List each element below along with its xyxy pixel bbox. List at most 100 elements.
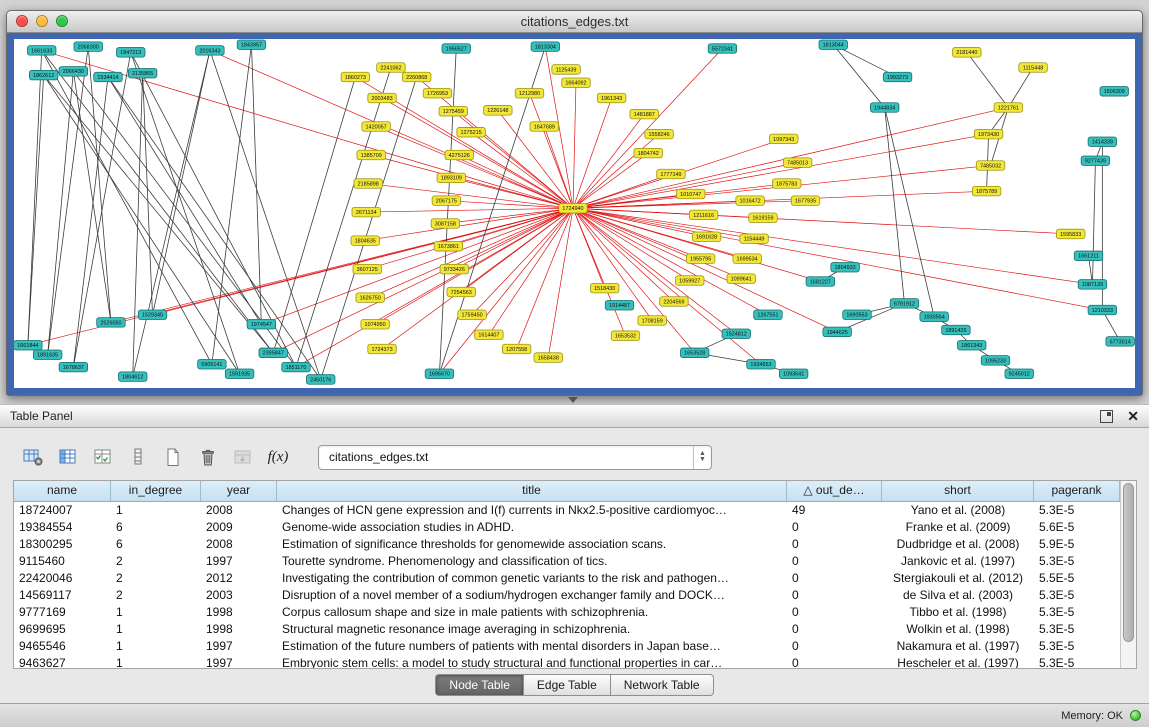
graph-node[interactable]: 1813044 — [819, 40, 847, 50]
graph-node[interactable]: 2450176 — [306, 375, 334, 385]
graph-node[interactable]: 2671134 — [352, 207, 380, 217]
table-row[interactable]: 946554611997Estimation of the future num… — [14, 638, 1120, 655]
graph-node[interactable]: 1647689 — [530, 122, 558, 132]
graph-node[interactable]: 2067175 — [432, 196, 460, 206]
graph-node[interactable]: 1673861 — [434, 242, 462, 252]
graph-node[interactable]: 1614407 — [475, 330, 503, 340]
graph-node[interactable]: 1010747 — [677, 189, 705, 199]
graph-node[interactable]: 1956527 — [442, 44, 470, 54]
graph-node[interactable]: 1653528 — [680, 348, 708, 358]
minimize-window-icon[interactable] — [36, 15, 48, 27]
graph-node[interactable]: 2395847 — [259, 348, 287, 358]
panel-splitter-handle[interactable] — [568, 397, 578, 403]
column-header-year[interactable]: year — [201, 481, 277, 501]
graph-node[interactable]: 1099641 — [727, 274, 755, 284]
column-header-short[interactable]: short — [882, 481, 1034, 501]
table-row[interactable]: 969969511998Structural magnetic resonanc… — [14, 621, 1120, 638]
graph-node[interactable]: 2016343 — [196, 46, 224, 56]
graph-node[interactable]: 1934414 — [94, 72, 122, 82]
graph-node[interactable]: 2135865 — [128, 68, 156, 78]
graph-node[interactable]: 1661844 — [14, 340, 42, 350]
tab-network-table[interactable]: Network Table — [611, 674, 714, 696]
graph-node[interactable]: 1891635 — [33, 350, 61, 360]
graph-node[interactable]: 1681227 — [806, 277, 834, 287]
graph-node[interactable]: 1221761 — [994, 103, 1022, 113]
delete-table-button[interactable] — [195, 445, 221, 469]
scrollbar-thumb[interactable] — [1123, 483, 1134, 642]
graph-node[interactable]: 6773014 — [1106, 337, 1134, 347]
close-window-icon[interactable] — [16, 15, 28, 27]
graph-node[interactable]: 1708159 — [638, 316, 666, 326]
function-builder-button[interactable]: f(x) — [265, 445, 291, 469]
graph-node[interactable]: 1944834 — [870, 103, 898, 113]
show-columns-button[interactable] — [55, 445, 81, 469]
graph-node[interactable]: 1843957 — [237, 40, 265, 50]
vertical-scrollbar[interactable] — [1120, 481, 1136, 668]
graph-node[interactable]: 1653532 — [611, 331, 639, 341]
graph-node[interactable]: 1385709 — [357, 150, 385, 160]
graph-node[interactable]: 7254563 — [447, 287, 475, 297]
graph-node[interactable]: 1506309 — [1100, 87, 1128, 97]
graph-node[interactable]: 2526050 — [97, 318, 125, 328]
graph-node[interactable]: 1724940 — [559, 204, 587, 214]
graph-node[interactable]: 1914487 — [605, 301, 633, 311]
graph-node[interactable]: 1930564 — [920, 312, 948, 322]
graph-node[interactable]: 1207558 — [502, 344, 530, 354]
graph-node[interactable]: 1875783 — [772, 179, 800, 189]
graph-node[interactable]: 1093641 — [779, 369, 807, 379]
graph-node[interactable]: 1851170 — [282, 362, 310, 372]
graph-node[interactable]: 1993273 — [883, 72, 911, 82]
graph-node[interactable]: 1558246 — [645, 129, 673, 139]
table-row[interactable]: 911546021997Tourette syndrome. Phenomeno… — [14, 553, 1120, 570]
graph-node[interactable]: 9277439 — [1081, 156, 1109, 166]
edit-table-button[interactable] — [90, 445, 116, 469]
graph-node[interactable]: 1955795 — [686, 254, 714, 264]
graph-node[interactable]: 6791912 — [890, 299, 918, 309]
graph-node[interactable]: 1619159 — [749, 213, 777, 223]
graph-node[interactable]: 1944625 — [823, 327, 851, 337]
network-canvas[interactable]: 1724940121298016640921961343148188715582… — [14, 39, 1135, 388]
graph-node[interactable]: 1226148 — [484, 106, 512, 116]
window-titlebar[interactable]: citations_edges.txt — [7, 11, 1142, 33]
graph-node[interactable]: 2181440 — [953, 48, 981, 58]
graph-node[interactable]: 1481887 — [630, 109, 658, 119]
column-header-pagerank[interactable]: pagerank — [1034, 481, 1120, 501]
graph-node[interactable]: 1267551 — [754, 310, 782, 320]
graph-node[interactable]: 1804612 — [118, 372, 146, 382]
table-row[interactable]: 946362711997Embryonic stem cells: a mode… — [14, 655, 1120, 669]
graph-node[interactable]: 1726953 — [423, 88, 451, 98]
graph-node[interactable]: 1524812 — [722, 329, 750, 339]
graph-node[interactable]: 1097343 — [770, 134, 798, 144]
graph-node[interactable]: 5572341 — [708, 44, 736, 54]
graph-node[interactable]: 1658438 — [534, 353, 562, 363]
graph-node[interactable]: 1595833 — [1056, 229, 1084, 239]
column-header-title[interactable]: title — [277, 481, 787, 501]
graph-node[interactable]: 1804635 — [351, 236, 379, 246]
graph-node[interactable]: 1087139 — [1078, 280, 1106, 290]
graph-node[interactable]: 2204569 — [660, 297, 688, 307]
column-header-in_degree[interactable]: in_degree — [111, 481, 201, 501]
graph-node[interactable]: 2003483 — [368, 93, 396, 103]
graph-node[interactable]: 1518430 — [590, 283, 618, 293]
graph-node[interactable]: 1420057 — [362, 122, 390, 132]
graph-node[interactable]: 1847213 — [117, 48, 145, 58]
tab-edge-table[interactable]: Edge Table — [524, 674, 611, 696]
import-table-button[interactable] — [230, 445, 256, 469]
graph-node[interactable]: 1777149 — [657, 169, 685, 179]
graph-node[interactable]: 1695670 — [425, 369, 453, 379]
graph-node[interactable]: 1961343 — [597, 93, 625, 103]
table-row[interactable]: 1938455462009Genome-wide association stu… — [14, 519, 1120, 536]
table-row[interactable]: 977716911998Corpus callosum shape and si… — [14, 604, 1120, 621]
table-settings-button[interactable] — [20, 445, 46, 469]
graph-node[interactable]: 1973430 — [974, 129, 1002, 139]
graph-node[interactable]: 1275215 — [457, 127, 485, 137]
graph-node[interactable]: 1677935 — [791, 196, 819, 206]
graph-node[interactable]: 1690553 — [843, 310, 871, 320]
graph-node[interactable]: 1934553 — [747, 359, 775, 369]
graph-node[interactable]: 1211616 — [689, 210, 717, 220]
graph-node[interactable]: 1759450 — [458, 310, 486, 320]
graph-node[interactable]: 1275459 — [439, 107, 467, 117]
table-row[interactable]: 1456911722003Disruption of a novel membe… — [14, 587, 1120, 604]
graph-node[interactable]: 1529345 — [138, 310, 166, 320]
graph-node[interactable]: 1861343 — [958, 340, 986, 350]
